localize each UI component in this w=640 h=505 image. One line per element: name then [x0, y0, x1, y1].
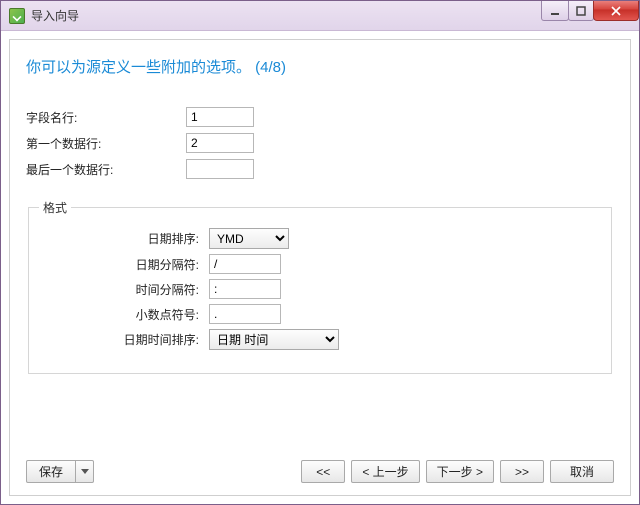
import-wizard-window: 导入向导 你可以为源定义一些附加的选项。 (4/8) 字段名行: 第一个数据行:…	[0, 0, 640, 505]
maximize-button[interactable]	[568, 1, 594, 21]
label-date-order: 日期排序:	[39, 230, 209, 247]
client-area: 你可以为源定义一些附加的选项。 (4/8) 字段名行: 第一个数据行: 最后一个…	[9, 39, 631, 496]
row-decimal-symbol: 小数点符号:	[39, 304, 601, 324]
select-date-order[interactable]: YMD	[209, 228, 289, 249]
row-date-separator: 日期分隔符:	[39, 254, 601, 274]
prev-button[interactable]: < 上一步	[351, 460, 419, 483]
close-icon	[611, 6, 621, 16]
save-button[interactable]: 保存	[26, 460, 76, 483]
last-button[interactable]: >>	[500, 460, 544, 483]
next-button[interactable]: 下一步 >	[426, 460, 494, 483]
row-datetime-order: 日期时间排序: 日期 时间	[39, 329, 601, 350]
minimize-icon	[550, 6, 560, 16]
row-first-data: 第一个数据行:	[26, 133, 614, 153]
window-title: 导入向导	[31, 7, 79, 24]
select-datetime-order[interactable]: 日期 时间	[209, 329, 339, 350]
input-field-name-row[interactable]	[186, 107, 254, 127]
input-first-data-row[interactable]	[186, 133, 254, 153]
format-groupbox: 格式 日期排序: YMD 日期分隔符: 时间分隔符: 小数点符号:	[28, 199, 612, 374]
maximize-icon	[576, 6, 586, 16]
label-time-separator: 时间分隔符:	[39, 281, 209, 298]
label-date-separator: 日期分隔符:	[39, 256, 209, 273]
label-field-name-row: 字段名行:	[26, 109, 186, 126]
titlebar: 导入向导	[1, 1, 639, 31]
row-date-order: 日期排序: YMD	[39, 228, 601, 249]
input-time-separator[interactable]	[209, 279, 281, 299]
save-splitbutton: 保存	[26, 460, 94, 483]
format-legend: 格式	[39, 199, 71, 216]
row-field-name: 字段名行:	[26, 107, 614, 127]
page-heading: 你可以为源定义一些附加的选项。 (4/8)	[26, 56, 614, 77]
input-last-data-row[interactable]	[186, 159, 254, 179]
save-dropdown-button[interactable]	[76, 460, 94, 483]
cancel-button[interactable]: 取消	[550, 460, 614, 483]
app-icon	[9, 8, 25, 24]
input-decimal-symbol[interactable]	[209, 304, 281, 324]
label-datetime-order: 日期时间排序:	[39, 331, 209, 348]
minimize-button[interactable]	[541, 1, 569, 21]
input-date-separator[interactable]	[209, 254, 281, 274]
window-controls	[542, 1, 639, 21]
label-decimal-symbol: 小数点符号:	[39, 306, 209, 323]
label-first-data-row: 第一个数据行:	[26, 135, 186, 152]
caret-down-icon	[81, 469, 89, 474]
row-time-separator: 时间分隔符:	[39, 279, 601, 299]
footer-bar: 保存 << < 上一步 下一步 > >> 取消	[26, 460, 614, 483]
close-button[interactable]	[593, 1, 639, 21]
first-button[interactable]: <<	[301, 460, 345, 483]
label-last-data-row: 最后一个数据行:	[26, 161, 186, 178]
row-last-data: 最后一个数据行:	[26, 159, 614, 179]
